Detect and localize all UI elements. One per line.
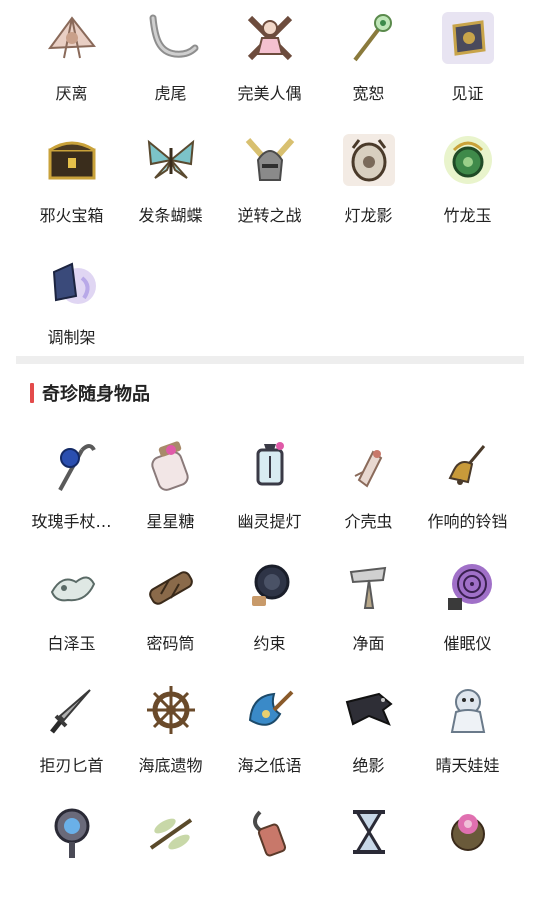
rose-cane-icon (40, 434, 104, 498)
section-accent-bar (30, 383, 34, 403)
item-cell[interactable]: 白泽玉 (22, 554, 121, 676)
butterfly-icon (139, 128, 203, 192)
item-cell[interactable]: 海之低语 (220, 676, 319, 798)
ghost-lantern-icon (238, 434, 302, 498)
item-label: 幽灵提灯 (237, 512, 302, 531)
helmet-icon (238, 128, 302, 192)
item-cell[interactable]: 完美人偶 (220, 4, 319, 126)
item-label: 完美人偶 (237, 84, 302, 103)
collection-grid-top: 厌离 虎尾 完美人偶 宽恕 见证 邪火宝箱 发条蝴蝶 逆转之战 灯龙影 竹龙玉 … (22, 4, 517, 370)
badge-icon (436, 6, 500, 70)
sunny-doll-icon (436, 678, 500, 742)
fan-icon (40, 6, 104, 70)
item-label: 净面 (352, 634, 385, 653)
item-label: 调制架 (47, 328, 96, 347)
item-cell[interactable]: 催眠仪 (418, 554, 517, 676)
item-cell[interactable]: 海底遗物 (121, 676, 220, 798)
item-label: 晴天娃娃 (435, 756, 500, 775)
item-cell[interactable]: 幽灵提灯 (220, 432, 319, 554)
item-label: 厌离 (55, 84, 88, 103)
candy-jar-icon (139, 434, 203, 498)
staff-icon (337, 6, 401, 70)
item-cell[interactable] (220, 798, 319, 920)
item-cell[interactable]: 介壳虫 (319, 432, 418, 554)
item-label: 白泽玉 (47, 634, 96, 653)
item-cell[interactable]: 虎尾 (121, 4, 220, 126)
flower-orb-icon (436, 800, 500, 864)
item-label: 竹龙玉 (443, 206, 492, 225)
item-cell[interactable]: 见证 (418, 4, 517, 126)
item-cell[interactable] (22, 798, 121, 920)
item-label: 密码筒 (146, 634, 195, 653)
item-cell[interactable]: 灯龙影 (319, 126, 418, 248)
item-cell[interactable]: 拒刃匕首 (22, 676, 121, 798)
rack-icon (40, 250, 104, 314)
item-label: 发条蝴蝶 (138, 206, 203, 225)
item-cell[interactable]: 净面 (319, 554, 418, 676)
jade-dragon-icon (436, 128, 500, 192)
hypnosis-icon (436, 556, 500, 620)
shell-bug-icon (337, 434, 401, 498)
item-cell[interactable]: 星星糖 (121, 432, 220, 554)
section-title: 奇珍随身物品 (42, 384, 150, 405)
item-cell[interactable]: 发条蝴蝶 (121, 126, 220, 248)
lantern-dragon-icon (337, 128, 401, 192)
white-jade-icon (40, 556, 104, 620)
item-cell[interactable]: 逆转之战 (220, 126, 319, 248)
item-cell[interactable]: 作响的铃铛 (418, 432, 517, 554)
bell-icon (436, 434, 500, 498)
item-label: 邪火宝箱 (39, 206, 104, 225)
item-cell[interactable]: 厌离 (22, 4, 121, 126)
item-cell[interactable]: 密码筒 (121, 554, 220, 676)
crow-icon (337, 678, 401, 742)
restraint-icon (238, 556, 302, 620)
item-label: 拒刃匕首 (39, 756, 104, 775)
item-cell[interactable] (319, 798, 418, 920)
ship-wheel-icon (139, 678, 203, 742)
item-label: 催眠仪 (443, 634, 492, 653)
hourglass-icon (337, 800, 401, 864)
item-label: 介壳虫 (344, 512, 393, 531)
item-cell[interactable]: 绝影 (319, 676, 418, 798)
item-label: 逆转之战 (237, 206, 302, 225)
item-cell[interactable] (418, 798, 517, 920)
mirror-icon (40, 800, 104, 864)
sea-whisper-icon (238, 678, 302, 742)
item-label: 玫瑰手杖… (31, 512, 112, 531)
item-label: 作响的铃铛 (427, 512, 508, 531)
item-label: 见证 (451, 84, 484, 103)
item-cell[interactable] (121, 798, 220, 920)
collection-grid-bottom: 玫瑰手杖… 星星糖 幽灵提灯 介壳虫 作响的铃铛 白泽玉 密码筒 约束 净面 催… (22, 432, 517, 920)
item-cell[interactable]: 晴天娃娃 (418, 676, 517, 798)
item-cell[interactable]: 竹龙玉 (418, 126, 517, 248)
section-header: 奇珍随身物品 (30, 381, 150, 405)
item-label: 海底遗物 (138, 756, 203, 775)
dagger-icon (40, 678, 104, 742)
razor-icon (337, 556, 401, 620)
doll-icon (238, 6, 302, 70)
cryptex-icon (139, 556, 203, 620)
item-label: 绝影 (352, 756, 385, 775)
item-cell[interactable]: 玫瑰手杖… (22, 432, 121, 554)
item-cell[interactable]: 宽恕 (319, 4, 418, 126)
dragonfly-icon (139, 800, 203, 864)
item-label: 海之低语 (237, 756, 302, 775)
item-label: 星星糖 (146, 512, 195, 531)
item-label: 灯龙影 (344, 206, 393, 225)
item-label: 约束 (253, 634, 286, 653)
hook-icon (238, 800, 302, 864)
tail-icon (139, 6, 203, 70)
item-label: 宽恕 (352, 84, 385, 103)
item-cell[interactable]: 调制架 (22, 248, 121, 370)
item-cell[interactable]: 邪火宝箱 (22, 126, 121, 248)
chest-icon (40, 128, 104, 192)
item-cell[interactable]: 约束 (220, 554, 319, 676)
section-divider (16, 356, 524, 364)
item-label: 虎尾 (154, 84, 187, 103)
